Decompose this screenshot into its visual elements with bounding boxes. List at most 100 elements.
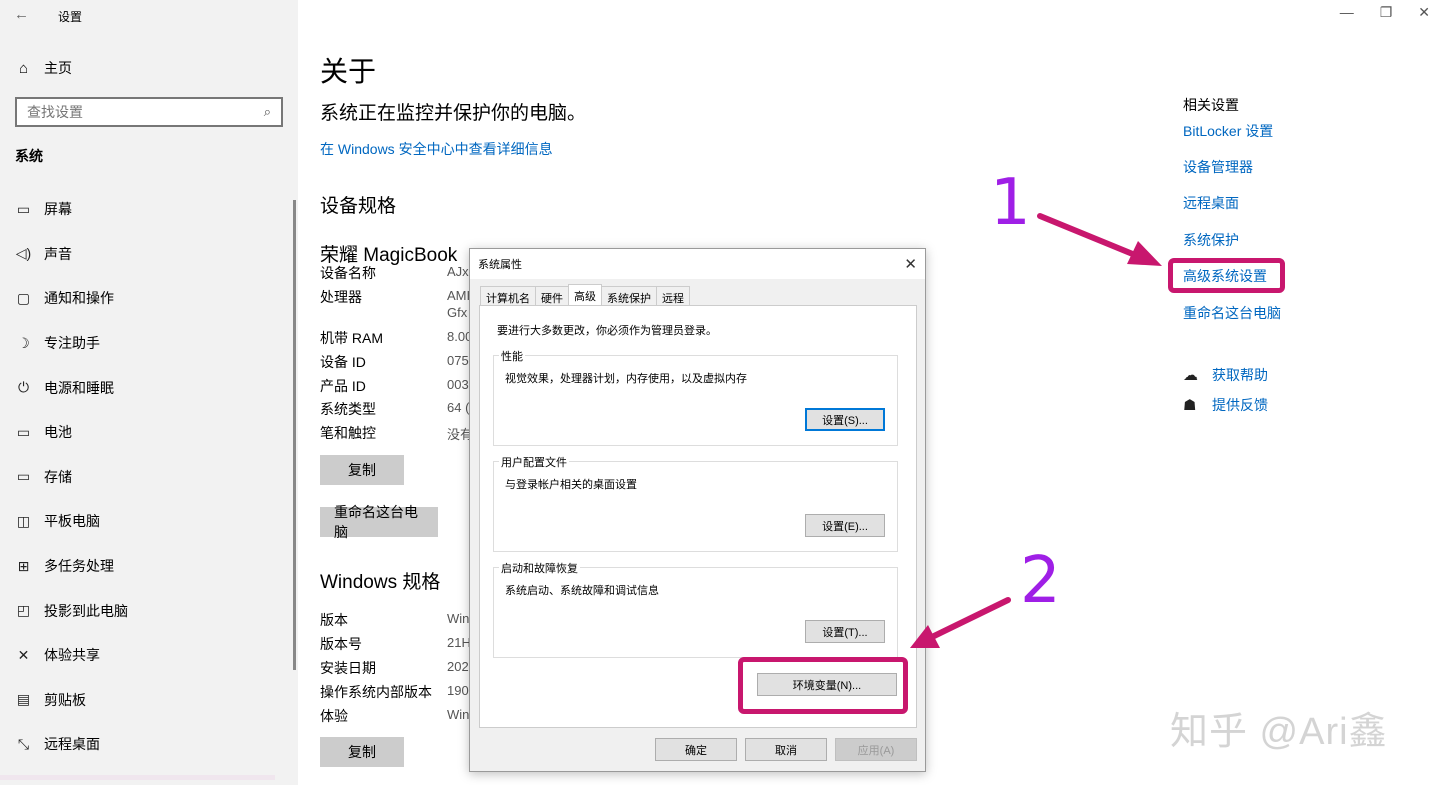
spec-label: 版本 bbox=[320, 612, 348, 628]
power-icon: ⏻ bbox=[17, 379, 30, 396]
search-icon[interactable]: ⌕ bbox=[264, 104, 271, 120]
user-profiles-settings-button[interactable]: 设置(E)... bbox=[805, 514, 885, 537]
sidebar-item-label: 声音 bbox=[44, 245, 72, 262]
window-controls: — ❐ ✕ bbox=[1340, 4, 1430, 21]
spec-label: 安装日期 bbox=[320, 660, 376, 676]
page-title: 关于 bbox=[320, 56, 377, 87]
sidebar-item-multitasking[interactable]: ⊞ 多任务处理 bbox=[0, 544, 298, 589]
spec-label: 处理器 bbox=[320, 289, 362, 305]
group-title: 性能 bbox=[499, 348, 525, 364]
performance-group: 性能 视觉效果，处理器计划，内存使用，以及虚拟内存 设置(S)... bbox=[493, 348, 898, 446]
home-icon: ⌂ bbox=[18, 59, 29, 77]
sidebar-item-label: 专注助手 bbox=[44, 335, 100, 352]
search-input[interactable] bbox=[27, 104, 227, 120]
sidebar-item-battery[interactable]: ▭ 电池 bbox=[0, 410, 298, 455]
startup-recovery-settings-button[interactable]: 设置(T)... bbox=[805, 620, 885, 643]
sidebar-item-display[interactable]: ▭ 屏幕 bbox=[0, 187, 298, 232]
spec-label: 设备 ID bbox=[320, 354, 366, 370]
sidebar-item-label: 体验共享 bbox=[44, 647, 100, 664]
group-title: 用户配置文件 bbox=[499, 454, 569, 470]
sidebar-item-power[interactable]: ⏻ 电源和睡眠 bbox=[0, 365, 298, 410]
cancel-button[interactable]: 取消 bbox=[745, 738, 827, 761]
copy-windows-specs-button[interactable]: 复制 bbox=[320, 737, 404, 767]
spec-label: 系统类型 bbox=[320, 401, 376, 417]
sidebar-item-tablet[interactable]: ◫ 平板电脑 bbox=[0, 499, 298, 544]
sidebar-item-label: 屏幕 bbox=[44, 201, 72, 218]
sidebar-item-focus-assist[interactable]: ☽ 专注助手 bbox=[0, 321, 298, 366]
feedback-link[interactable]: ☗ 提供反馈 bbox=[1183, 395, 1268, 415]
sidebar-item-label: 存储 bbox=[44, 468, 72, 485]
spec-label: 体验 bbox=[320, 708, 348, 724]
security-center-link[interactable]: 在 Windows 安全中心中查看详细信息 bbox=[320, 139, 553, 159]
sidebar-item-remote-desktop[interactable]: ⤡ 远程桌面 bbox=[0, 722, 298, 767]
rename-pc-link[interactable]: 重命名这台电脑 bbox=[1183, 303, 1281, 323]
monitor-icon: ▭ bbox=[16, 200, 31, 217]
sidebar-item-clipboard[interactable]: ▤ 剪贴板 bbox=[0, 678, 298, 723]
system-protection-link[interactable]: 系统保护 bbox=[1183, 230, 1239, 250]
sidebar-item-label: 投影到此电脑 bbox=[44, 602, 128, 619]
section-title: 系统 bbox=[15, 148, 43, 164]
device-manager-link[interactable]: 设备管理器 bbox=[1183, 157, 1253, 177]
group-desc: 系统启动、系统故障和调试信息 bbox=[505, 585, 659, 597]
sidebar-item-notifications[interactable]: ▢ 通知和操作 bbox=[0, 276, 298, 321]
divider bbox=[0, 775, 275, 780]
performance-settings-button[interactable]: 设置(S)... bbox=[805, 408, 885, 431]
get-help-label: 获取帮助 bbox=[1212, 367, 1268, 383]
speaker-icon: ◁) bbox=[15, 245, 32, 262]
user-profiles-group: 用户配置文件 与登录帐户相关的桌面设置 设置(E)... bbox=[493, 454, 898, 552]
close-icon[interactable]: ✕ bbox=[904, 255, 917, 273]
spec-value: AJx bbox=[447, 264, 469, 279]
admin-note: 要进行大多数更改，你必须作为管理员登录。 bbox=[497, 325, 717, 337]
dialog-titlebar[interactable]: 系统属性 ✕ bbox=[470, 249, 925, 279]
windows-specs-heading: Windows 规格 bbox=[320, 572, 441, 593]
device-specs-heading: 设备规格 bbox=[320, 196, 397, 217]
sidebar-item-label: 通知和操作 bbox=[44, 290, 114, 307]
nav-home-label: 主页 bbox=[44, 60, 72, 76]
sidebar-item-label: 远程桌面 bbox=[44, 736, 100, 753]
sidebar-item-storage[interactable]: ▭ 存储 bbox=[0, 455, 298, 500]
spec-label: 笔和触控 bbox=[320, 425, 376, 441]
sidebar-item-sound[interactable]: ◁) 声音 bbox=[0, 232, 298, 277]
project-icon: ◰ bbox=[16, 602, 31, 619]
multitask-icon: ⊞ bbox=[17, 557, 30, 574]
bitlocker-link[interactable]: BitLocker 设置 bbox=[1183, 121, 1273, 141]
spec-label: 机带 RAM bbox=[320, 330, 383, 346]
minimize-icon[interactable]: — bbox=[1340, 4, 1354, 21]
group-desc: 与登录帐户相关的桌面设置 bbox=[505, 479, 637, 491]
rename-pc-button[interactable]: 重命名这台电脑 bbox=[320, 504, 438, 540]
annotation-step-1: 1 bbox=[990, 166, 1031, 240]
dialog-title: 系统属性 bbox=[478, 259, 522, 271]
annotation-step-2: 2 bbox=[1020, 544, 1061, 618]
copy-device-specs-button[interactable]: 复制 bbox=[320, 455, 404, 485]
related-settings-heading: 相关设置 bbox=[1183, 97, 1239, 113]
clipboard-icon: ▤ bbox=[16, 691, 31, 708]
sidebar-item-shared-experiences[interactable]: ✕ 体验共享 bbox=[0, 633, 298, 678]
group-desc: 视觉效果，处理器计划，内存使用，以及虚拟内存 bbox=[505, 373, 747, 385]
search-box[interactable]: ⌕ bbox=[15, 97, 283, 127]
spec-value: 202 bbox=[447, 659, 469, 674]
tablet-icon: ◫ bbox=[16, 512, 31, 529]
battery-icon: ▭ bbox=[16, 423, 31, 440]
sidebar-item-project[interactable]: ◰ 投影到此电脑 bbox=[0, 588, 298, 633]
feedback-icon: ☗ bbox=[1183, 397, 1197, 414]
chat-help-icon: ☁ bbox=[1183, 367, 1198, 384]
security-status: 系统正在监控并保护你的电脑。 bbox=[320, 103, 587, 124]
feedback-label: 提供反馈 bbox=[1212, 397, 1268, 413]
sidebar-item-label: 平板电脑 bbox=[44, 513, 100, 530]
apply-button[interactable]: 应用(A) bbox=[835, 738, 917, 761]
get-help-link[interactable]: ☁ 获取帮助 bbox=[1183, 365, 1268, 385]
maximize-icon[interactable]: ❐ bbox=[1380, 4, 1393, 21]
watermark: 知乎 @Ari鑫 bbox=[1170, 711, 1388, 753]
sidebar-scrollbar[interactable] bbox=[293, 200, 296, 670]
close-icon[interactable]: ✕ bbox=[1418, 4, 1430, 21]
nav-list: ▭ 屏幕 ◁) 声音 ▢ 通知和操作 ☽ 专注助手 ⏻ 电源和睡眠 ▭ 电池 ▭ 存储 ◫ 平板… bbox=[0, 187, 298, 767]
storage-icon: ▭ bbox=[16, 468, 31, 485]
spec-label: 版本号 bbox=[320, 636, 362, 652]
back-arrow-icon[interactable]: ← bbox=[14, 6, 29, 23]
remote-desktop-icon: ⤡ bbox=[17, 735, 30, 752]
remote-desktop-link[interactable]: 远程桌面 bbox=[1183, 193, 1239, 213]
moon-icon: ☽ bbox=[17, 334, 30, 351]
ok-button[interactable]: 确定 bbox=[655, 738, 737, 761]
nav-home[interactable]: ⌂ 主页 bbox=[15, 58, 72, 78]
highlight-advanced-settings bbox=[1168, 258, 1285, 293]
